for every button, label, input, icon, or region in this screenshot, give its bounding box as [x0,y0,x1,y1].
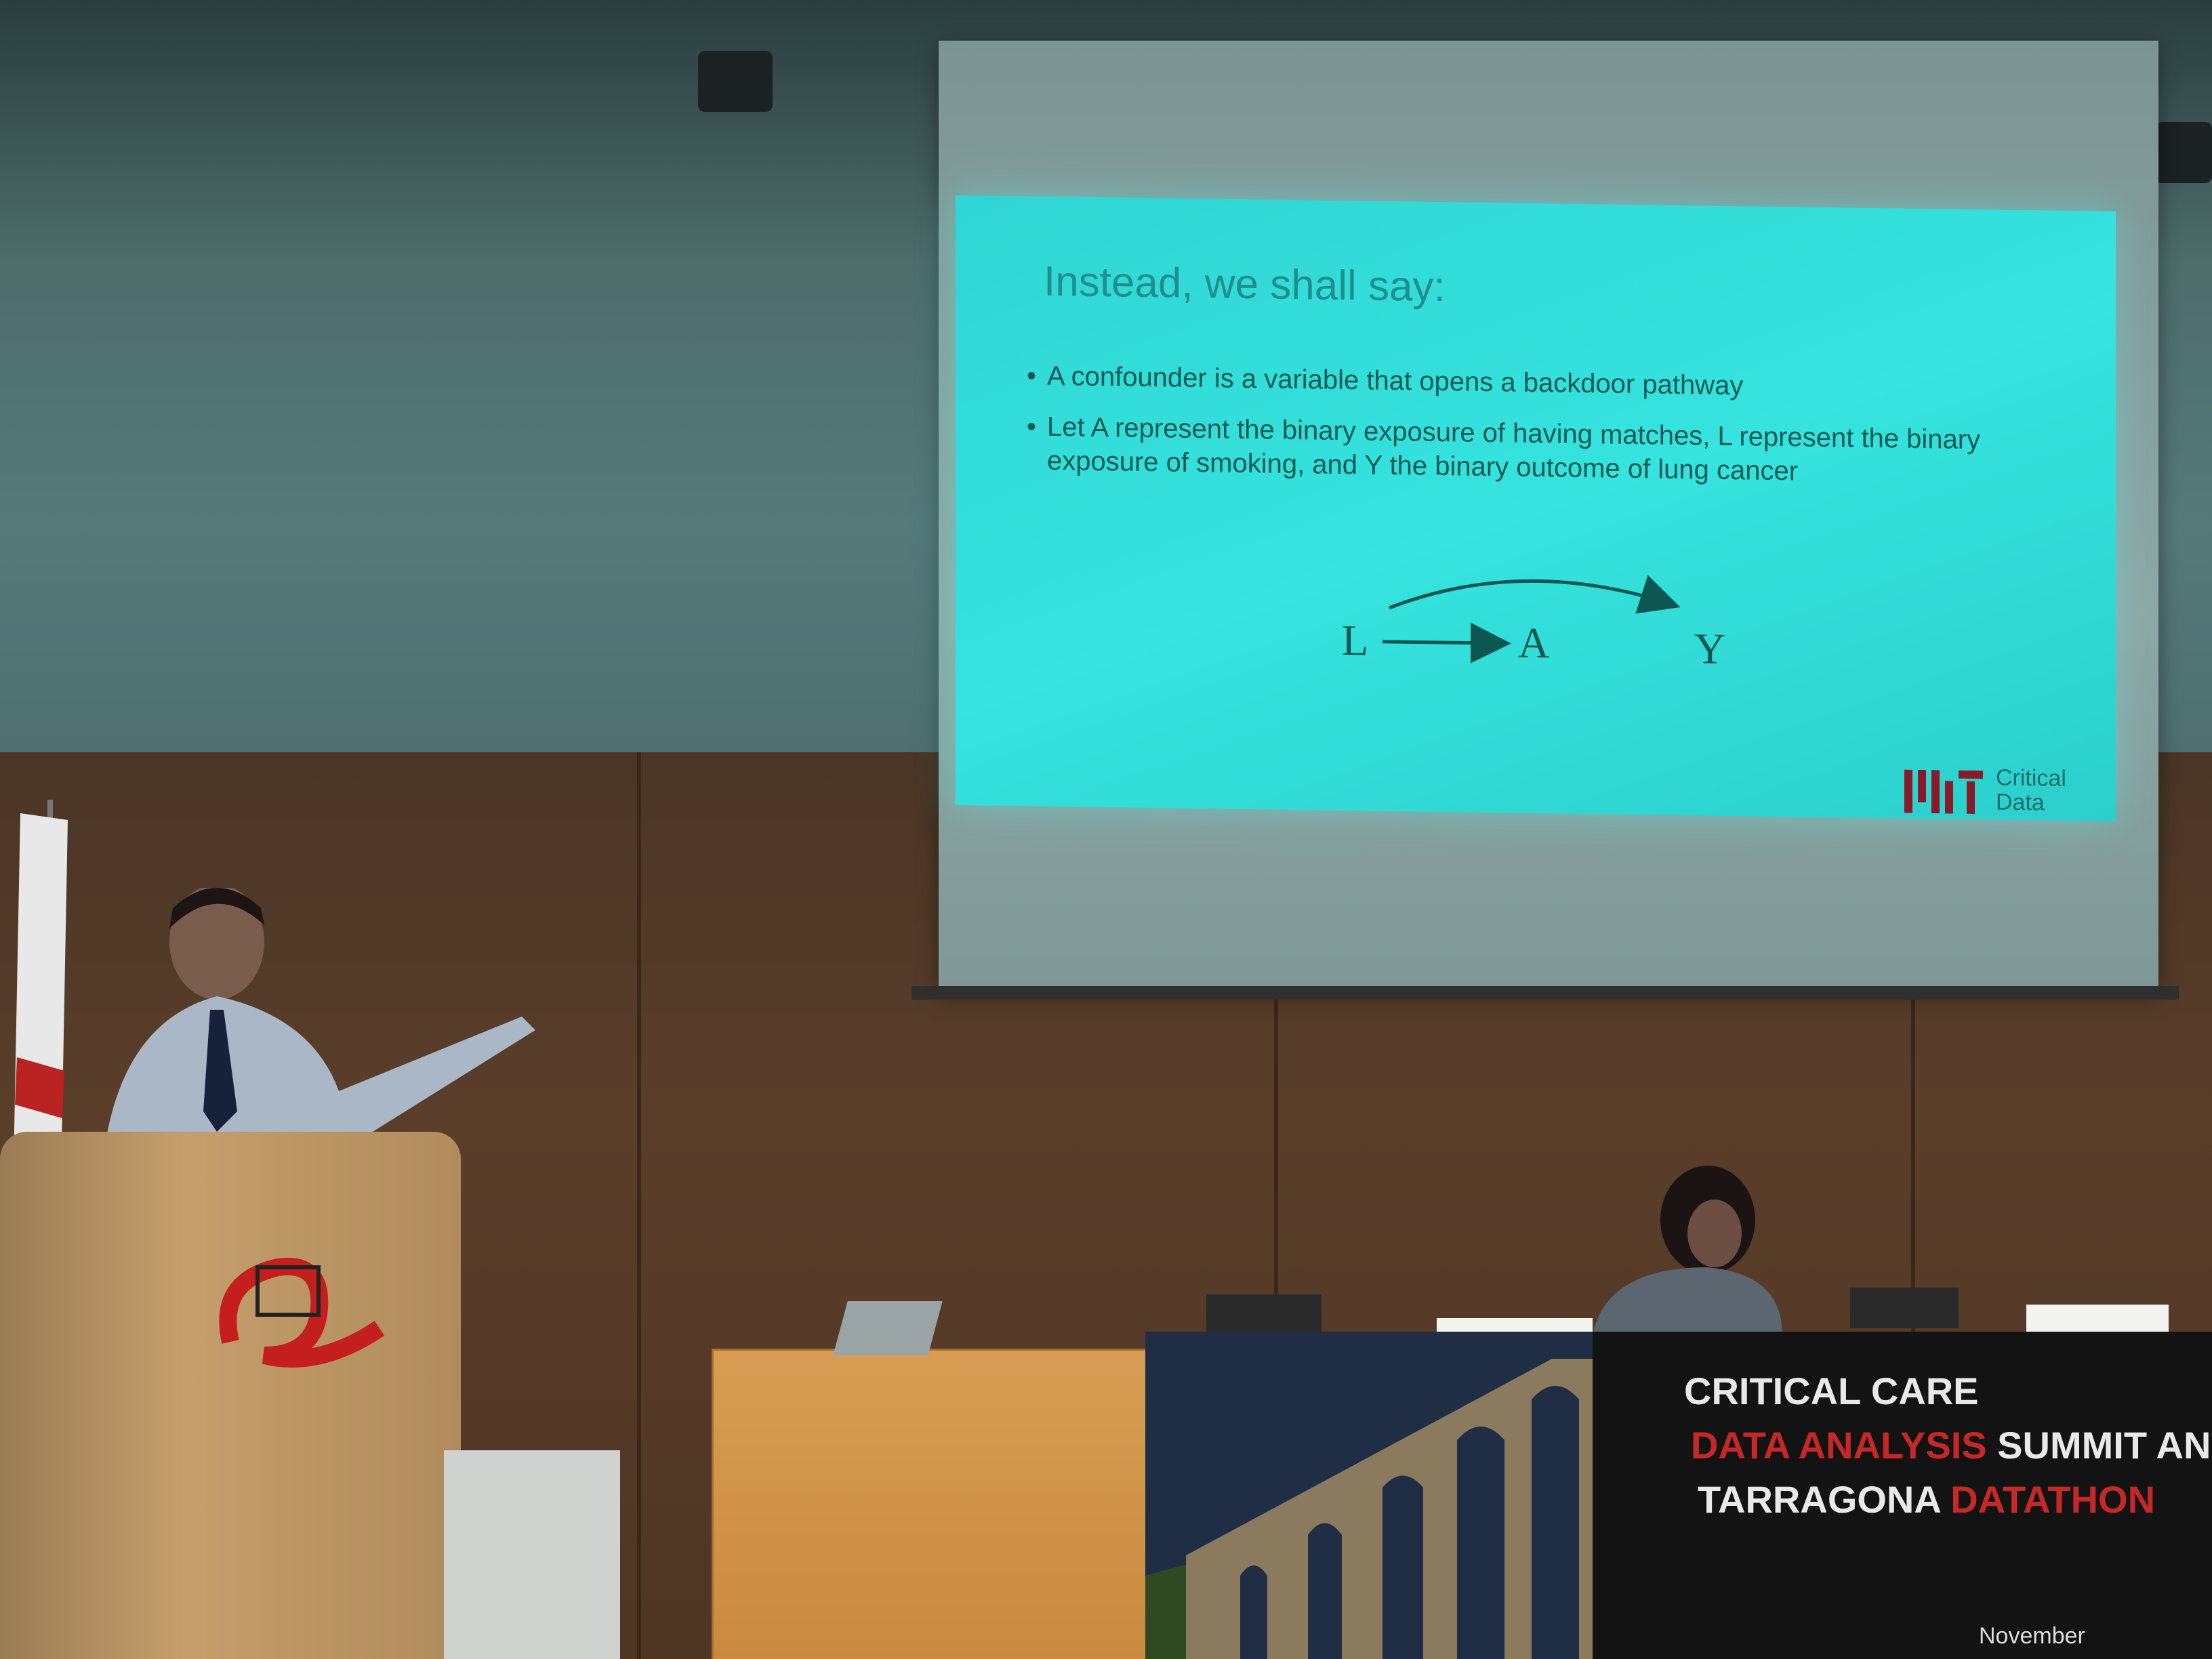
aqueduct-image [1145,1332,1593,1659]
slide-bullet: Let A represent the binary exposure of h… [1047,410,1982,491]
arrow-L-to-A [1382,622,1511,663]
ceiling-speaker [2155,122,2212,183]
banner-summit-text: SUMMIT AND [1997,1424,2212,1467]
arrow-L-to-Y [1389,575,1681,614]
mit-critical-data-logo: Critical Data [1904,764,2108,821]
ceiling-speaker [698,51,773,112]
wood-seam [637,752,641,1659]
screen-base-bar [912,986,2179,1000]
laptop [833,1301,943,1355]
logo-line-1: Critical [1996,764,2066,792]
speaker [20,884,603,1172]
diagram-node-Y: Y [1694,624,1725,673]
side-panel [444,1450,620,1659]
slide-title: Instead, we shall say: [1044,258,1446,311]
causal-diagram: L A Y [1335,553,1755,695]
podium [0,1132,461,1659]
banner-date: November [1979,1623,2085,1649]
banner-accent-datathon: DATATHON [1950,1478,2156,1521]
university-logo-icon [203,1240,407,1389]
front-desk [712,1349,1156,1659]
laptop [1206,1294,1322,1335]
logo-text: Critical Data [1996,764,2066,816]
presentation-slide: Instead, we shall say: A confounder is a… [956,195,2116,821]
banner-line-3: TARRAGONA DATATHON [1698,1477,2155,1521]
banner-line-1: CRITICAL CARE [1684,1370,1979,1412]
slide-bullet: A confounder is a variable that opens a … [1047,359,1982,406]
banner-accent-data-analysis: DATA ANALYSIS [1691,1424,1987,1467]
laptop [1850,1288,1959,1328]
banner-tarragona-text: TARRAGONA [1698,1478,1951,1521]
diagram-node-L: L [1342,616,1368,665]
panelist [1579,1159,1782,1335]
diagram-node-A: A [1518,619,1549,668]
conference-scene: Instead, we shall say: A confounder is a… [0,0,2212,1659]
event-banner: CRITICAL CARE DATA ANALYSIS SUMMIT AND T… [1145,1332,2212,1659]
logo-line-2: Data [1996,789,2045,816]
banner-line-2: DATA ANALYSIS SUMMIT AND [1691,1423,2212,1467]
